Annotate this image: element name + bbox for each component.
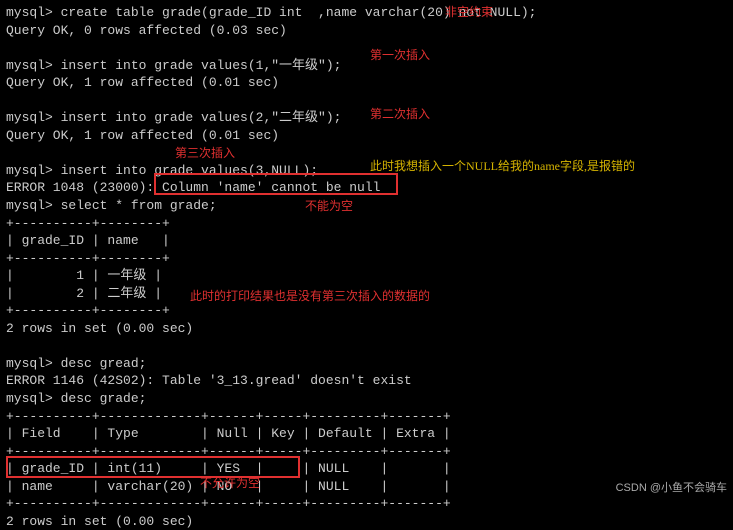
- error-1146: ERROR 1146 (42S02): Table '3_13.gread' d…: [6, 372, 727, 390]
- sql-create-table: mysql> create table grade(grade_ID int ,…: [6, 4, 727, 22]
- annotation-not-allow-empty: 不允许为空: [200, 475, 260, 491]
- rows-in-set: 2 rows in set (0.00 sec): [6, 320, 727, 338]
- table-border: +----------+--------+: [6, 302, 727, 320]
- annotation-not-empty: 不能为空: [305, 198, 353, 214]
- annotation-insert-1: 第一次插入: [370, 47, 430, 63]
- blank: [6, 337, 727, 355]
- blank: [6, 92, 727, 110]
- desc-border: +----------+-------------+------+-----+-…: [6, 495, 727, 513]
- table-border: +----------+--------+: [6, 215, 727, 233]
- table-row: | 1 | 一年级 |: [6, 267, 727, 285]
- sql-insert-2: mysql> insert into grade values(2,"二年级")…: [6, 109, 727, 127]
- annotation-not-null: 非空约束: [445, 4, 493, 20]
- sql-select: mysql> select * from grade;: [6, 197, 727, 215]
- watermark: CSDN @小鱼不会骑车: [616, 481, 727, 496]
- annotation-null-error: 此时我想插入一个NULL给我的name字段,是报错的: [370, 158, 635, 174]
- query-ok-2: Query OK, 1 row affected (0.01 sec): [6, 74, 727, 92]
- desc-header: | Field | Type | Null | Key | Default | …: [6, 425, 727, 443]
- rows-in-set-2: 2 rows in set (0.00 sec): [6, 513, 727, 530]
- desc-border: +----------+-------------+------+-----+-…: [6, 443, 727, 461]
- annotation-insert-3: 第三次插入: [175, 145, 235, 161]
- desc-row: | grade_ID | int(11) | YES | | NULL | |: [6, 460, 727, 478]
- query-ok-3: Query OK, 1 row affected (0.01 sec): [6, 127, 727, 145]
- sql-desc-wrong: mysql> desc gread;: [6, 355, 727, 373]
- table-border: +----------+--------+: [6, 250, 727, 268]
- blank: [6, 39, 727, 57]
- sql-insert-1: mysql> insert into grade values(1,"一年级")…: [6, 57, 727, 75]
- desc-border: +----------+-------------+------+-----+-…: [6, 408, 727, 426]
- error-1048: ERROR 1048 (23000): Column 'name' cannot…: [6, 179, 727, 197]
- sql-desc-grade: mysql> desc grade;: [6, 390, 727, 408]
- query-ok-1: Query OK, 0 rows affected (0.03 sec): [6, 22, 727, 40]
- annotation-insert-2: 第二次插入: [370, 106, 430, 122]
- annotation-no-third-row: 此时的打印结果也是没有第三次插入的数据的: [190, 288, 430, 304]
- table-header: | grade_ID | name |: [6, 232, 727, 250]
